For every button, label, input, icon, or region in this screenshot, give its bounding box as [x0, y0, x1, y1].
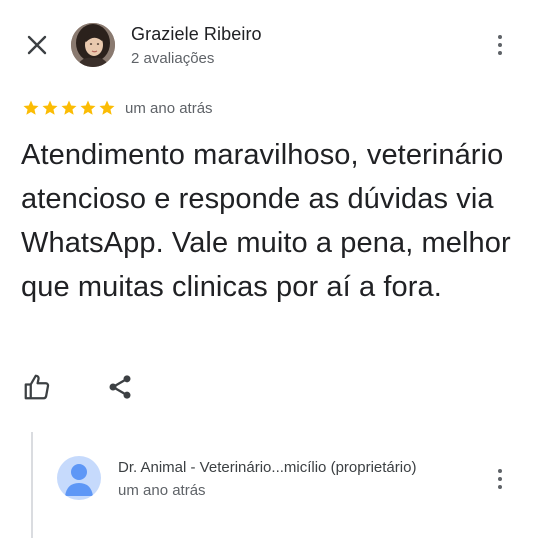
- star-icon: [23, 100, 39, 115]
- review-text: Atendimento maravilhoso, veterinário ate…: [21, 139, 511, 303]
- person-icon: [65, 464, 93, 496]
- owner-avatar: [57, 456, 101, 500]
- rating-row: um ano atrás: [22, 97, 213, 119]
- reply-more-options-button[interactable]: [488, 464, 512, 494]
- owner-reply-time: um ano atrás: [118, 482, 206, 499]
- thumb-up-icon: [24, 374, 50, 400]
- more-vert-icon: [498, 469, 502, 473]
- star-rating: [22, 99, 116, 117]
- star-icon: [42, 100, 58, 115]
- author-review-count: 2 avaliações: [131, 50, 215, 67]
- like-button[interactable]: [22, 372, 52, 402]
- star-icon: [80, 100, 96, 115]
- star-icon: [61, 100, 77, 115]
- author-avatar[interactable]: [71, 23, 115, 67]
- share-button[interactable]: [106, 373, 134, 401]
- star-icon: [99, 100, 115, 115]
- review-more-options-button[interactable]: [488, 30, 512, 60]
- owner-name: Dr. Animal - Veterinário...micílio (prop…: [118, 459, 417, 476]
- review-detail-panel: Graziele Ribeiro 2 avaliações um ano atr…: [0, 0, 539, 538]
- author-name[interactable]: Graziele Ribeiro: [131, 24, 262, 45]
- close-icon: [27, 35, 47, 55]
- reply-divider: [31, 432, 33, 538]
- review-time: um ano atrás: [125, 99, 213, 117]
- close-button[interactable]: [22, 30, 52, 60]
- share-icon: [109, 375, 131, 399]
- more-vert-icon: [498, 35, 502, 39]
